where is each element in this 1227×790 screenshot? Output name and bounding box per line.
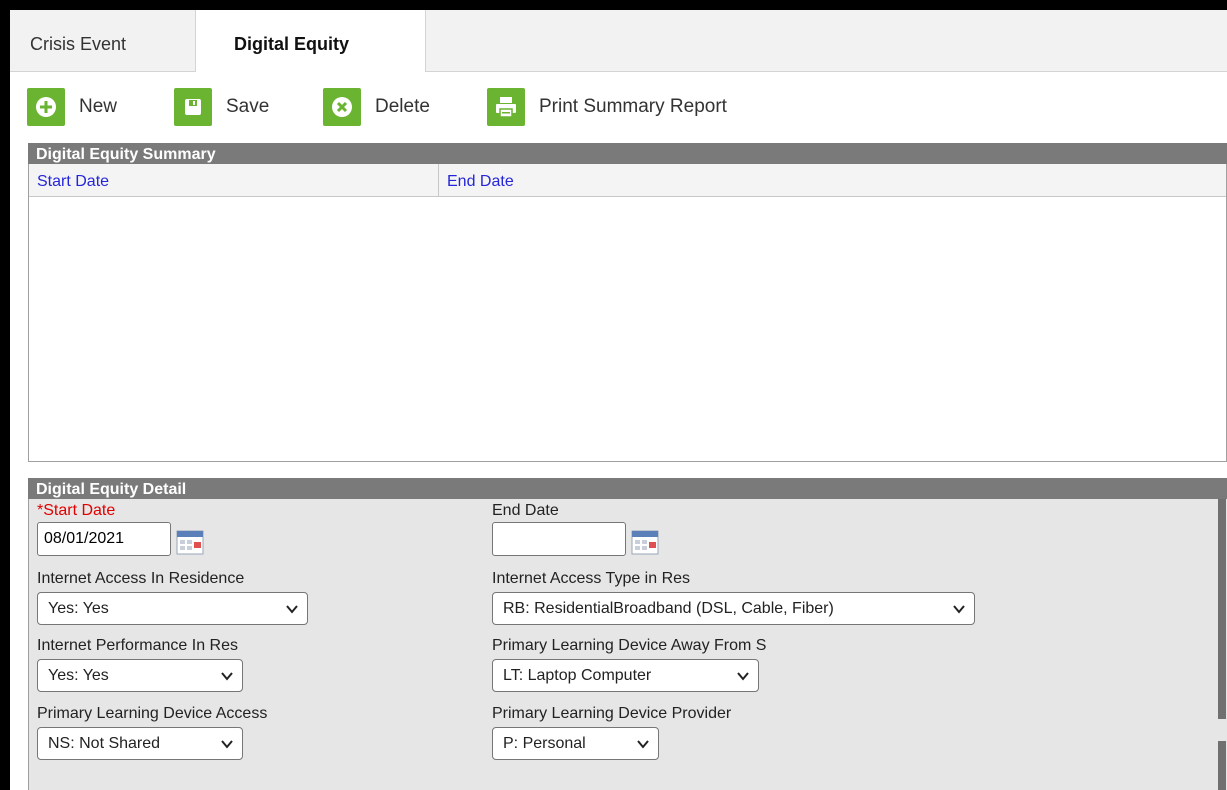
app-frame: Crisis Event Digital Equity New Save Del…: [10, 10, 1227, 790]
calendar-icon[interactable]: [176, 529, 204, 555]
device-away-label: Primary Learning Device Away From S: [492, 637, 767, 654]
device-provider-label: Primary Learning Device Provider: [492, 705, 732, 722]
chevron-down-icon: [286, 605, 298, 614]
detail-panel-title: Digital Equity Detail: [28, 478, 1227, 499]
chevron-down-icon: [637, 740, 649, 749]
internet-performance-select[interactable]: Yes: Yes: [37, 659, 243, 692]
end-date-input[interactable]: [492, 522, 626, 556]
device-away-value: LT: Laptop Computer: [503, 667, 652, 684]
print-summary-report-button[interactable]: Print Summary Report: [487, 88, 727, 126]
device-provider-select[interactable]: P: Personal: [492, 727, 659, 760]
print-button-label: Print Summary Report: [539, 96, 727, 117]
chevron-down-icon: [221, 672, 233, 681]
internet-access-type-label: Internet Access Type in Res: [492, 570, 691, 587]
device-away-select[interactable]: LT: Laptop Computer: [492, 659, 759, 692]
save-icon: [174, 88, 212, 126]
action-toolbar: New Save Delete Print Summary Report: [10, 72, 1227, 142]
start-date-input[interactable]: [37, 522, 171, 556]
printer-icon: [487, 88, 525, 126]
detail-form: *Start Date End Date Internet Access In …: [28, 499, 1227, 790]
save-button[interactable]: Save: [174, 88, 269, 126]
start-date-label: *Start Date: [37, 502, 115, 520]
column-header-start-date[interactable]: Start Date: [29, 164, 439, 196]
scrollbar[interactable]: [1216, 499, 1227, 790]
internet-performance-label: Internet Performance In Res: [37, 637, 238, 654]
summary-panel-title: Digital Equity Summary: [28, 143, 1227, 164]
plus-icon: [27, 88, 65, 126]
save-button-label: Save: [226, 96, 270, 117]
internet-access-label: Internet Access In Residence: [37, 570, 245, 587]
device-access-select[interactable]: NS: Not Shared: [37, 727, 243, 760]
chevron-down-icon: [953, 605, 965, 614]
device-access-value: NS: Not Shared: [48, 735, 161, 752]
new-button-label: New: [79, 96, 118, 117]
new-button[interactable]: New: [27, 88, 117, 126]
summary-table-header: Start Date End Date: [29, 164, 1226, 197]
internet-access-select[interactable]: Yes: Yes: [37, 592, 308, 625]
internet-performance-value: Yes: Yes: [48, 667, 109, 684]
internet-access-value: Yes: Yes: [48, 600, 109, 617]
tab-bar: Crisis Event Digital Equity: [10, 10, 1227, 72]
scrollbar-thumb-lower[interactable]: [1218, 741, 1226, 790]
delete-button-label: Delete: [375, 96, 430, 117]
end-date-label: End Date: [492, 502, 559, 519]
tab-crisis-event[interactable]: Crisis Event: [10, 10, 195, 71]
start-date-label-text: Start Date: [43, 502, 116, 519]
column-header-end-date[interactable]: End Date: [439, 164, 1219, 196]
calendar-icon[interactable]: [631, 529, 659, 555]
internet-access-type-select[interactable]: RB: ResidentialBroadband (DSL, Cable, Fi…: [492, 592, 975, 625]
delete-button[interactable]: Delete: [323, 88, 430, 126]
summary-table: Start Date End Date: [28, 164, 1227, 462]
device-provider-value: P: Personal: [503, 735, 586, 752]
internet-access-type-value: RB: ResidentialBroadband (DSL, Cable, Fi…: [503, 600, 834, 617]
chevron-down-icon: [737, 672, 749, 681]
device-access-label: Primary Learning Device Access: [37, 705, 268, 722]
delete-icon: [323, 88, 361, 126]
scrollbar-thumb[interactable]: [1218, 499, 1226, 719]
chevron-down-icon: [221, 740, 233, 749]
tab-digital-equity[interactable]: Digital Equity: [195, 10, 426, 72]
